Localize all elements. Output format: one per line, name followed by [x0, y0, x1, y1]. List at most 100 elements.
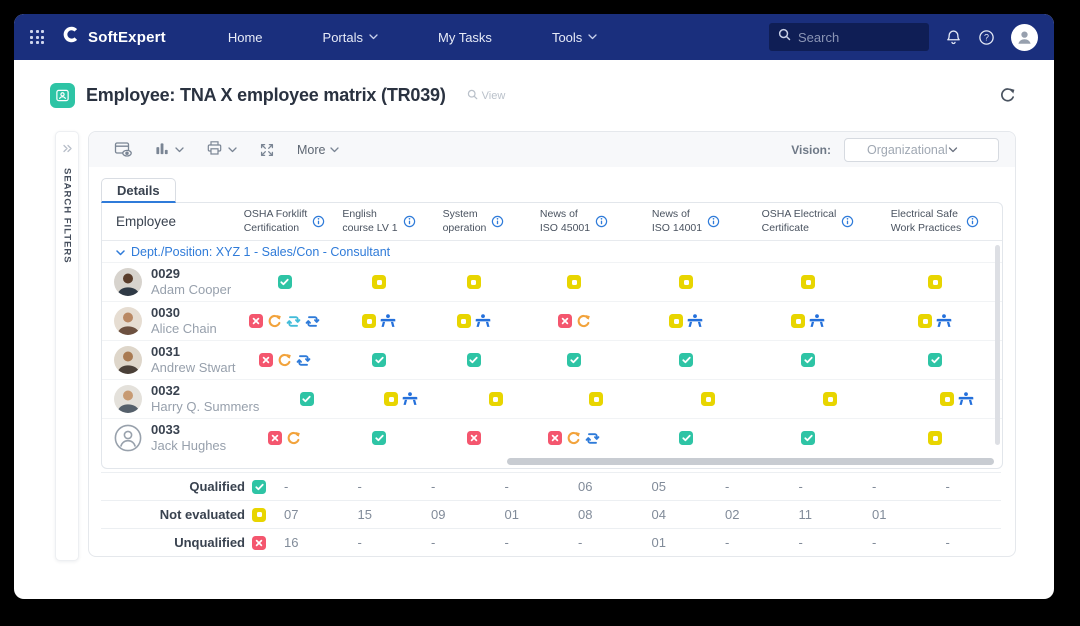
not-evaluated-icon[interactable] [456, 314, 471, 328]
nav-menu: Home Portals My Tasks Tools [202, 24, 759, 51]
training-desk-icon[interactable] [402, 392, 418, 406]
not-evaluated-icon[interactable] [362, 314, 376, 328]
view-config-button[interactable] [105, 136, 142, 163]
qualified-icon[interactable] [466, 353, 481, 367]
info-icon[interactable] [841, 215, 854, 228]
recycle-refresh-icon[interactable] [576, 314, 591, 329]
unqualified-icon[interactable] [258, 353, 273, 367]
reevaluation-loop-icon[interactable] [585, 431, 600, 446]
not-evaluated-icon[interactable] [589, 392, 604, 406]
unqualified-icon[interactable] [466, 431, 481, 445]
not-evaluated-icon[interactable] [928, 275, 942, 289]
refresh-page-icon[interactable] [999, 87, 1016, 104]
recycle-refresh-icon[interactable] [267, 314, 282, 329]
chart-button[interactable] [146, 136, 193, 164]
qualified-icon[interactable] [928, 353, 942, 367]
qualified-icon[interactable] [299, 392, 314, 406]
search-filters-rail[interactable]: SEARCH FILTERS [55, 131, 79, 561]
employee-row[interactable]: 0029 Adam Cooper [102, 262, 1002, 301]
user-avatar[interactable] [1011, 23, 1038, 51]
employee-row[interactable]: 0031 Andrew Stwart [102, 340, 1002, 379]
not-evaluated-icon[interactable] [669, 314, 683, 328]
notifications-bell-icon[interactable] [945, 29, 962, 46]
matrix-header-row: Employee OSHA Forklift Certification Engl… [102, 203, 1002, 241]
not-evaluated-icon[interactable] [940, 392, 955, 406]
not-evaluated-icon[interactable] [384, 392, 399, 406]
unqualified-icon[interactable] [548, 431, 562, 445]
brand-logo[interactable]: SoftExpert [62, 25, 166, 49]
expand-filters-icon[interactable] [62, 140, 72, 158]
nav-item-tools[interactable]: Tools [526, 24, 623, 51]
employee-cell: 0033 Jack Hughes [102, 422, 237, 455]
qualified-icon[interactable] [801, 431, 815, 445]
vertical-scrollbar[interactable] [995, 245, 1000, 445]
not-evaluated-icon[interactable] [567, 275, 581, 289]
chevron-down-icon [330, 146, 340, 153]
nav-item-home[interactable]: Home [202, 24, 289, 51]
horizontal-scrollbar-thumb[interactable] [507, 458, 994, 465]
info-icon[interactable] [403, 215, 416, 228]
group-row[interactable]: Dept./Position: XYZ 1 - Sales/Con - Cons… [102, 241, 1002, 262]
training-desk-icon[interactable] [809, 314, 825, 328]
not-evaluated-icon[interactable] [823, 392, 838, 406]
qualified-icon[interactable] [679, 353, 693, 367]
qualified-icon[interactable] [372, 353, 386, 367]
employee-row[interactable]: 0030 Alice Chain [102, 301, 1002, 340]
nav-item-my-tasks[interactable]: My Tasks [412, 24, 518, 51]
info-icon[interactable] [707, 215, 720, 228]
qualified-icon[interactable] [679, 431, 693, 445]
column-header: News of ISO 14001 [627, 208, 745, 234]
view-link[interactable]: View [467, 89, 505, 103]
more-button[interactable]: More [288, 138, 348, 162]
chevron-down-icon [369, 34, 378, 40]
reevaluation-loop-icon[interactable] [296, 353, 311, 368]
info-icon[interactable] [312, 215, 325, 228]
global-search[interactable] [769, 23, 929, 51]
training-desk-icon[interactable] [687, 314, 703, 328]
recycle-refresh-icon[interactable] [566, 431, 581, 446]
employee-row[interactable]: 0032 Harry Q. Summers [102, 379, 1002, 418]
summary-row: Unqualified 16 - - - - 01 - - - - [101, 528, 1001, 556]
print-button[interactable] [197, 135, 246, 164]
info-icon[interactable] [966, 215, 979, 228]
qualified-icon[interactable] [567, 353, 581, 367]
not-evaluated-icon[interactable] [928, 431, 942, 445]
qualified-icon[interactable] [277, 275, 292, 289]
training-desk-icon[interactable] [475, 314, 491, 328]
recycle-refresh-icon[interactable] [286, 431, 301, 446]
tab-details[interactable]: Details [101, 178, 176, 203]
not-evaluated-icon[interactable] [679, 275, 693, 289]
unqualified-icon[interactable] [249, 314, 263, 328]
reevaluation-loop-icon[interactable] [286, 314, 301, 329]
summary-value: - [945, 479, 950, 494]
employee-row[interactable]: 0033 Jack Hughes [102, 418, 1002, 457]
training-desk-icon[interactable] [958, 392, 974, 406]
vision-select[interactable]: Organizational [844, 137, 999, 162]
unqualified-icon[interactable] [557, 314, 572, 328]
training-desk-icon[interactable] [936, 314, 952, 328]
fullscreen-button[interactable] [250, 137, 284, 163]
qualified-icon[interactable] [372, 431, 386, 445]
printer-icon [206, 140, 223, 159]
app-grid-icon[interactable] [30, 30, 44, 44]
info-icon[interactable] [491, 215, 504, 228]
qualified-icon[interactable] [801, 353, 815, 367]
recycle-refresh-icon[interactable] [277, 353, 292, 368]
nav-item-portals[interactable]: Portals [297, 24, 404, 51]
help-icon[interactable]: ? [978, 29, 995, 46]
reevaluation-loop-icon[interactable] [305, 314, 320, 329]
not-evaluated-icon[interactable] [488, 392, 503, 406]
not-evaluated-icon[interactable] [701, 392, 716, 406]
summary-value: - [578, 535, 583, 550]
training-desk-icon[interactable] [380, 314, 396, 328]
not-evaluated-icon[interactable] [801, 275, 815, 289]
not-evaluated-icon[interactable] [918, 314, 932, 328]
info-icon[interactable] [595, 215, 608, 228]
employee-cell: 0031 Andrew Stwart [102, 344, 237, 377]
search-input[interactable] [798, 29, 920, 45]
status-cell [354, 392, 448, 406]
not-evaluated-icon[interactable] [791, 314, 805, 328]
not-evaluated-icon[interactable] [372, 275, 386, 289]
not-evaluated-icon[interactable] [466, 275, 481, 289]
unqualified-icon[interactable] [268, 431, 282, 445]
